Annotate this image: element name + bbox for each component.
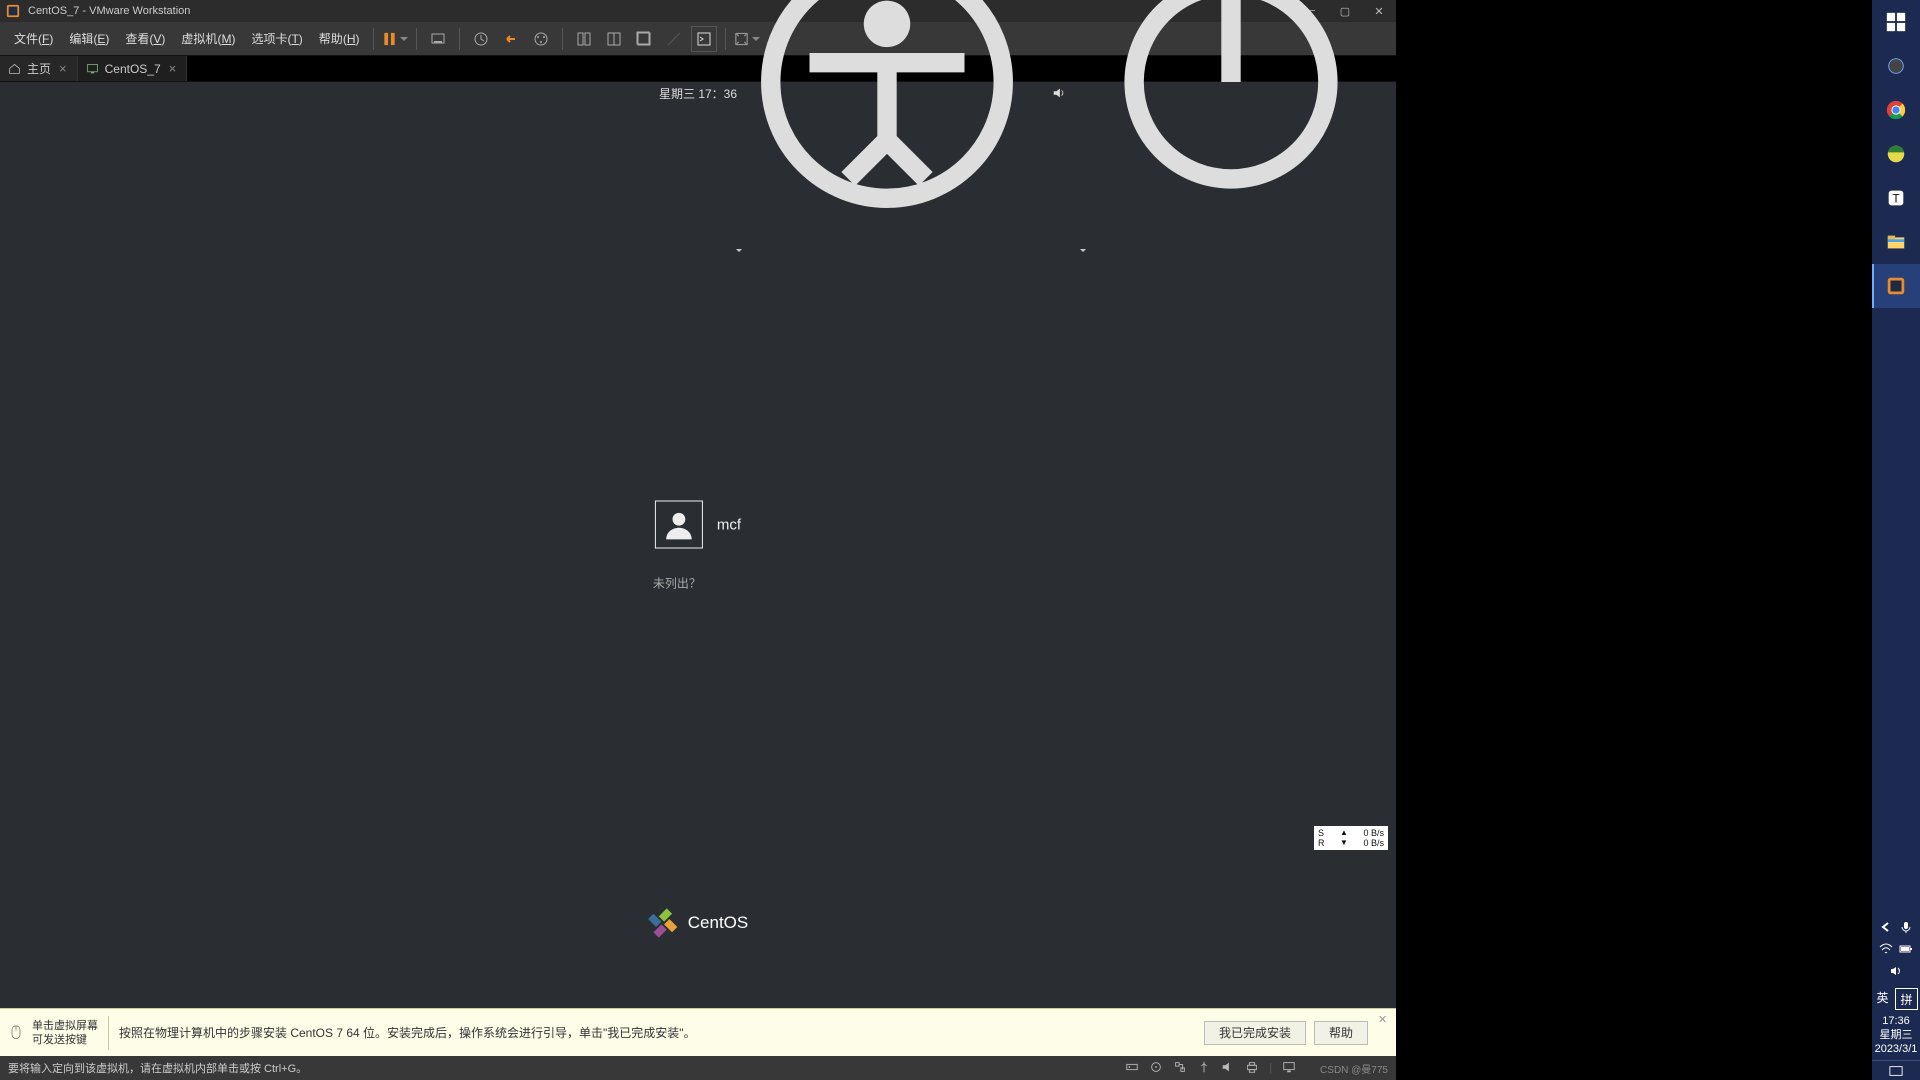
window-title: CentOS_7 - VMware Workstation <box>28 5 190 17</box>
centos-logo-icon <box>648 908 678 938</box>
mouse-hint-text: 单击虚拟屏幕 可发送按键 <box>32 1019 98 1047</box>
watermark-text: CSDN @曼775 <box>1320 1061 1388 1076</box>
power-icon <box>1076 224 1386 241</box>
login-user-entry[interactable]: mcf <box>653 499 743 551</box>
gnome-top-right <box>732 82 1386 104</box>
separator <box>562 28 563 50</box>
view-console-button[interactable] <box>691 26 717 52</box>
taskbar-app-vmware[interactable] <box>1872 264 1920 308</box>
menu-file[interactable]: 文件(F) <box>6 22 61 56</box>
tab-centos7-label: CentOS_7 <box>105 62 161 76</box>
device-cd-icon[interactable] <box>1149 1060 1163 1077</box>
taskbar-app-3[interactable] <box>1872 132 1920 176</box>
power-pause-button[interactable] <box>382 26 408 52</box>
tray-wifi-icon[interactable] <box>1878 940 1894 958</box>
separator <box>416 28 417 50</box>
tab-home[interactable]: 主页 × <box>0 56 78 81</box>
power-menu[interactable] <box>1076 0 1386 260</box>
ime-lang-button[interactable]: 英 <box>1872 986 1893 1008</box>
system-tray: 英 拼 17:36 星期三 2023/3/1 <box>1872 914 1920 1080</box>
menu-view[interactable]: 查看(V) <box>117 22 173 56</box>
guest-display[interactable]: 星期三 17：36 mcf 未列出？ <box>0 82 1396 1008</box>
mouse-hint-icon <box>4 1025 28 1041</box>
arrow-down-icon: ▼ <box>1340 838 1348 848</box>
install-notification-bar: 单击虚拟屏幕 可发送按键 按照在物理计算机中的步骤安装 CentOS 7 64 … <box>0 1008 1396 1056</box>
view-unity-button[interactable] <box>631 26 657 52</box>
taskbar-app-chrome[interactable] <box>1872 88 1920 132</box>
snapshot-manager-button[interactable] <box>528 26 554 52</box>
status-message: 要将输入定向到该虚拟机，请在虚拟机内部单击或按 Ctrl+G。 <box>8 1060 307 1076</box>
device-sound-icon[interactable] <box>1221 1060 1235 1077</box>
menu-vm[interactable]: 虚拟机(M) <box>173 22 243 56</box>
login-username: mcf <box>717 516 741 533</box>
vmware-logo-icon <box>6 4 20 18</box>
windows-taskbar: T 英 拼 17:36 星期三 2023/3/1 <box>1872 0 1920 1080</box>
dismiss-notification-button[interactable]: ✕ <box>1378 1013 1390 1025</box>
accessibility-menu[interactable] <box>732 0 1042 260</box>
separator <box>459 28 460 50</box>
device-usb-icon[interactable] <box>1197 1060 1211 1077</box>
snapshot-revert-button[interactable] <box>498 26 524 52</box>
install-help-button[interactable]: 帮助 <box>1314 1021 1368 1045</box>
separator <box>725 28 726 50</box>
install-done-button[interactable]: 我已完成安装 <box>1204 1021 1306 1045</box>
centos-brand: CentOS <box>648 908 748 938</box>
device-hdd-icon[interactable] <box>1125 1060 1139 1077</box>
centos-brand-text: CentOS <box>688 913 748 933</box>
tray-volume-icon[interactable] <box>1878 962 1914 980</box>
menu-edit[interactable]: 编辑(E) <box>61 22 117 56</box>
tab-home-label: 主页 <box>27 60 51 77</box>
install-instruction-text: 按照在物理计算机中的步骤安装 CentOS 7 64 位。安装完成后，操作系统会… <box>119 1024 1204 1041</box>
not-listed-link[interactable]: 未列出？ <box>653 575 743 592</box>
notifications-button[interactable] <box>1872 1060 1920 1080</box>
arrow-up-icon: ▲ <box>1340 828 1348 838</box>
tab-centos7-close-button[interactable]: × <box>167 61 179 76</box>
view-multi-button[interactable] <box>601 26 627 52</box>
svg-text:T: T <box>1892 192 1899 206</box>
device-printer-icon[interactable] <box>1245 1060 1259 1077</box>
tray-battery-icon[interactable] <box>1898 940 1914 958</box>
menu-help[interactable]: 帮助(H) <box>311 22 368 56</box>
view-single-button[interactable] <box>571 26 597 52</box>
network-speed-widget[interactable]: S R ▲ ▼ 0 B/s 0 B/s <box>1314 826 1388 850</box>
snapshot-take-button[interactable] <box>468 26 494 52</box>
separator <box>108 1016 109 1050</box>
tray-overflow-button[interactable] <box>1878 918 1894 936</box>
separator <box>373 28 374 50</box>
menu-tabs[interactable]: 选项卡(T) <box>243 22 310 56</box>
tab-centos7[interactable]: CentOS_7 × <box>78 56 188 81</box>
view-console-disabled-icon <box>661 26 687 52</box>
taskbar-app-1[interactable] <box>1872 44 1920 88</box>
tray-mic-icon[interactable] <box>1898 918 1914 936</box>
vmware-window: CentOS_7 - VMware Workstation ─ ▢ ✕ 文件(F… <box>0 0 1396 1080</box>
taskbar-app-text[interactable]: T <box>1872 176 1920 220</box>
avatar-icon <box>655 501 703 549</box>
login-panel: mcf 未列出？ <box>653 499 743 592</box>
vmware-status-bar: 要将输入定向到该虚拟机，请在虚拟机内部单击或按 Ctrl+G。 | CSDN @… <box>0 1056 1396 1080</box>
device-network-icon[interactable] <box>1173 1060 1187 1077</box>
accessibility-icon <box>732 224 1042 241</box>
start-button[interactable] <box>1872 0 1920 44</box>
volume-icon[interactable] <box>1052 86 1066 100</box>
send-ctrl-alt-del-button[interactable] <box>425 26 451 52</box>
device-display-icon[interactable] <box>1282 1060 1296 1077</box>
tab-home-close-button[interactable]: × <box>57 61 69 76</box>
ime-mode-button[interactable]: 拼 <box>1895 988 1918 1010</box>
taskbar-app-explorer[interactable] <box>1872 220 1920 264</box>
taskbar-clock[interactable]: 17:36 星期三 2023/3/1 <box>1872 1012 1920 1060</box>
vm-tab-icon <box>86 62 99 75</box>
home-icon <box>8 62 21 75</box>
